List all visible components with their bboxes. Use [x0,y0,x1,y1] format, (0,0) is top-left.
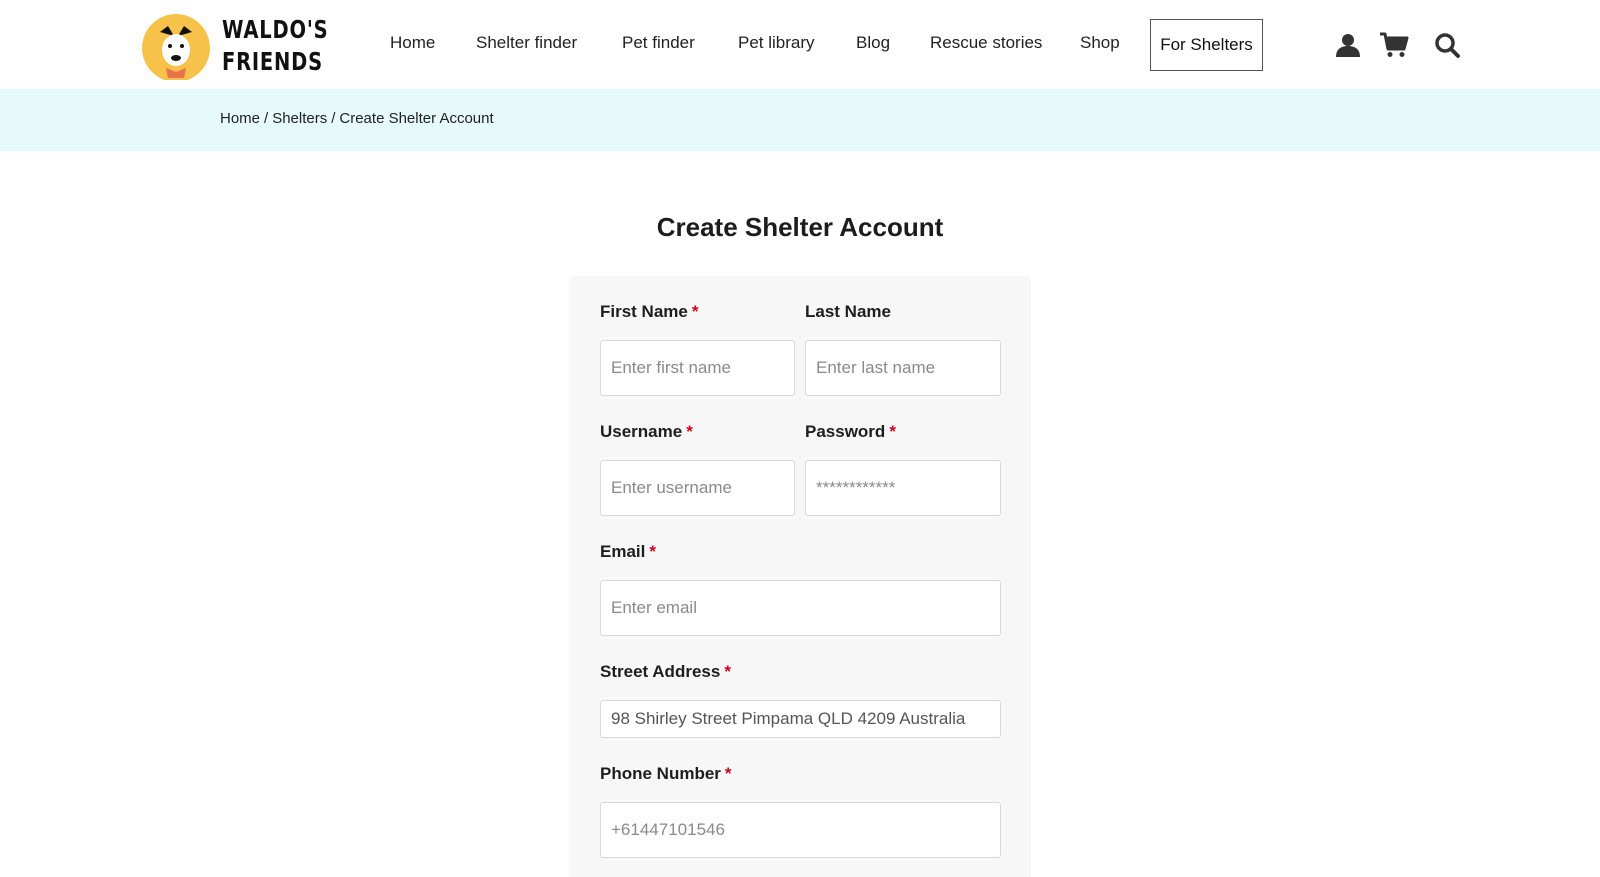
logo-line-1: WALDO'S [222,15,329,44]
cart-icon[interactable] [1379,30,1409,60]
first-name-label-text: First Name [600,302,688,321]
breadcrumb: Home / Shelters / Create Shelter Account [220,110,494,127]
nav-item-pet-finder[interactable]: Pet finder [622,33,695,53]
phone-number-label: Phone Number * [600,764,732,784]
required-marker: * [691,302,699,321]
create-account-form: First Name* Last Name Username* Password… [570,276,1031,877]
email-label-text: Email [600,542,646,561]
password-label: Password * [805,422,896,442]
required-marker: * [724,764,732,783]
breadcrumb-separator: / [331,110,336,127]
nav-item-rescue-stories[interactable]: Rescue stories [930,33,1042,53]
dog-logo-icon [142,14,210,80]
nav-item-home[interactable]: Home [390,33,435,53]
logo-wordmark: WALDO'S FRIENDS [222,14,328,78]
username-input[interactable] [600,460,795,516]
required-marker: * [649,542,656,561]
for-shelters-button[interactable]: For Shelters [1150,19,1263,71]
first-name-label: First Name * [600,302,699,322]
username-label-text: Username [600,422,683,441]
phone-number-input[interactable] [600,802,1001,858]
required-marker: * [889,422,896,441]
required-marker: * [686,422,693,441]
required-marker: * [724,662,731,681]
nav-item-blog[interactable]: Blog [856,33,890,53]
site-header: WALDO'S FRIENDS Home Shelter finder Pet … [0,0,1600,89]
username-label: Username * [600,422,693,442]
nav-item-pet-library[interactable]: Pet library [738,33,815,53]
street-address-label: Street Address * [600,662,731,682]
email-input[interactable] [600,580,1001,636]
breadcrumb-bar: Home / Shelters / Create Shelter Account [0,89,1600,151]
page-title: Create Shelter Account [656,212,944,242]
last-name-input[interactable] [805,340,1001,396]
breadcrumb-home[interactable]: Home [220,110,260,127]
breadcrumb-current: Create Shelter Account [339,110,494,127]
nav-item-shelter-finder[interactable]: Shelter finder [476,33,577,53]
nav-item-shop[interactable]: Shop [1080,33,1120,53]
site-logo[interactable]: WALDO'S FRIENDS [138,10,328,82]
phone-number-label-text: Phone Number [600,764,721,783]
street-address-label-text: Street Address [600,662,721,681]
search-icon[interactable] [1432,30,1462,60]
last-name-label: Last Name [805,302,891,322]
password-input[interactable] [805,460,1001,516]
logo-line-2: FRIENDS [222,47,323,76]
password-label-text: Password [805,422,886,441]
user-icon[interactable] [1333,30,1363,60]
last-name-label-text: Last Name [805,302,891,321]
first-name-input[interactable] [600,340,795,396]
breadcrumb-separator: / [264,110,269,127]
breadcrumb-shelters[interactable]: Shelters [272,110,327,127]
email-label: Email * [600,542,656,562]
street-address-input[interactable] [600,700,1001,738]
